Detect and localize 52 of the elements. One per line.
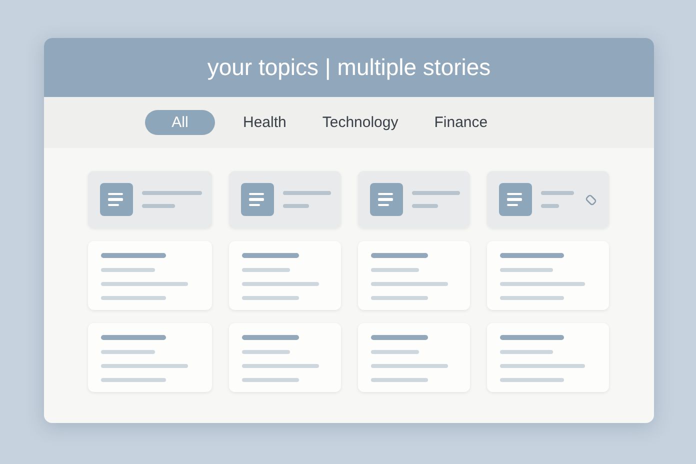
headline-placeholder	[500, 253, 564, 258]
text-placeholder	[500, 268, 554, 272]
story-card[interactable]	[229, 241, 341, 310]
story-card[interactable]	[487, 323, 609, 392]
headline-placeholder	[371, 253, 428, 258]
text-placeholder	[283, 204, 310, 208]
headline-placeholder	[500, 335, 564, 340]
text-placeholder	[371, 268, 419, 272]
text-placeholder	[283, 191, 331, 195]
text-placeholder	[101, 268, 156, 272]
story-card[interactable]	[88, 323, 212, 392]
tab[interactable]: Finance	[426, 110, 496, 135]
document-icon	[100, 183, 133, 216]
story-card[interactable]	[487, 241, 609, 310]
text-placeholder	[242, 350, 290, 354]
story-card[interactable]	[229, 323, 341, 392]
story-card[interactable]	[358, 323, 470, 392]
text-placeholder	[371, 296, 428, 300]
text-placeholder	[142, 191, 202, 195]
text-placeholder	[500, 350, 554, 354]
story-card[interactable]	[358, 241, 470, 310]
headline-placeholder	[101, 253, 166, 258]
headline-placeholder	[371, 335, 428, 340]
text-placeholder	[101, 296, 166, 300]
headline-placeholder	[242, 335, 300, 340]
text-placeholder	[500, 378, 564, 382]
story-card[interactable]	[88, 241, 212, 310]
text-placeholder	[500, 296, 564, 300]
text-placeholder	[242, 296, 300, 300]
text-placeholder	[371, 350, 419, 354]
text-placeholder	[412, 204, 438, 208]
text-placeholder	[541, 191, 574, 195]
topic-card[interactable]	[358, 171, 470, 228]
text-placeholder	[242, 378, 300, 382]
headline-placeholder	[101, 335, 166, 340]
document-icon	[241, 183, 274, 216]
text-placeholder	[412, 191, 460, 195]
topic-card[interactable]	[88, 171, 212, 228]
topic-card[interactable]	[487, 171, 609, 228]
text-placeholder	[101, 378, 166, 382]
tab[interactable]: Health	[235, 110, 294, 135]
topic-card[interactable]	[229, 171, 341, 228]
headline-placeholder	[242, 253, 300, 258]
tab[interactable]: Technology	[314, 110, 406, 135]
text-placeholder	[541, 204, 560, 208]
text-placeholder	[371, 378, 428, 382]
text-placeholder	[101, 350, 156, 354]
document-icon	[499, 183, 532, 216]
text-placeholder	[242, 268, 290, 272]
text-placeholder	[142, 204, 175, 208]
window-title: your topics | multiple stories	[207, 54, 491, 81]
document-icon	[370, 183, 403, 216]
